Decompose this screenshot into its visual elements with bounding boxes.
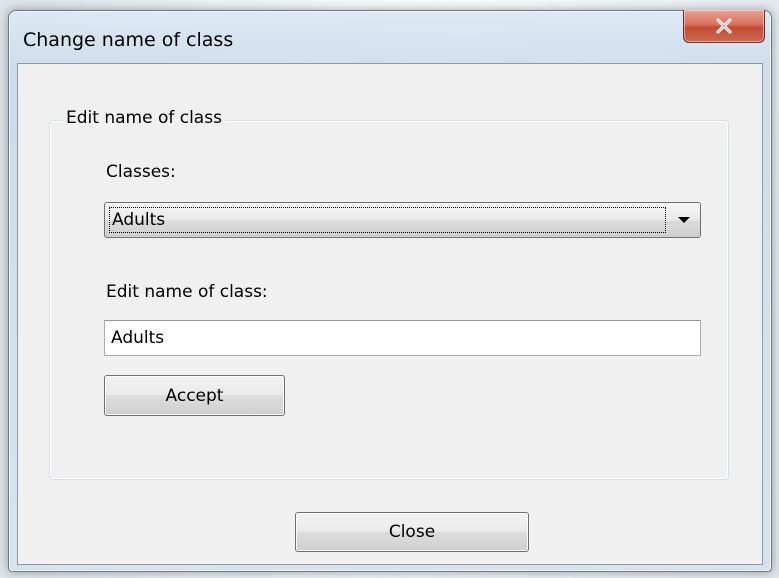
classes-label: Classes: [106, 162, 176, 182]
focus-rectangle [109, 207, 666, 233]
close-x-icon [716, 18, 732, 34]
edit-name-label: Edit name of class: [106, 282, 268, 302]
groupbox-legend: Edit name of class [62, 108, 226, 128]
dialog-window: Change name of class Edit name of class … [8, 10, 772, 572]
classes-selected-value: Adults [112, 210, 166, 230]
window-close-button[interactable] [683, 10, 765, 43]
window-title: Change name of class [23, 29, 234, 51]
dialog-client-area: Edit name of class Classes: Adults Edit … [17, 63, 763, 565]
close-button[interactable]: Close [295, 512, 529, 552]
class-name-input[interactable] [104, 320, 701, 356]
accept-button[interactable]: Accept [104, 375, 285, 416]
classes-dropdown[interactable]: Adults [104, 202, 701, 238]
chevron-down-icon[interactable] [678, 217, 690, 223]
